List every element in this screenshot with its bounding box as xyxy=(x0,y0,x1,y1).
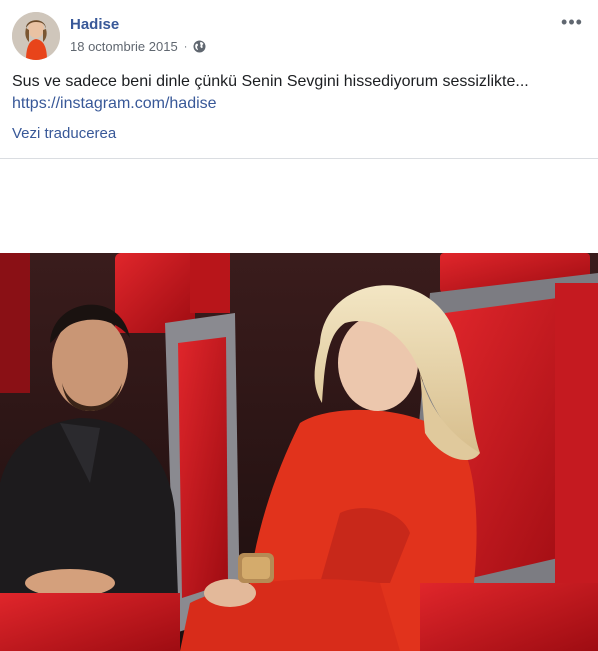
post-text-block: Sus ve sadece beni dinle çünkü Senin Sev… xyxy=(12,71,586,115)
divider xyxy=(0,158,598,159)
post-header: Hadise 18 octombrie 2015 · ••• xyxy=(12,12,586,64)
avatar[interactable] xyxy=(12,12,60,60)
post-meta: 18 octombrie 2015 · xyxy=(70,39,206,54)
author-name-link[interactable]: Hadise xyxy=(70,16,119,33)
more-options-icon[interactable]: ••• xyxy=(560,13,584,32)
post-message: Sus ve sadece beni dinle çünkü Senin Sev… xyxy=(12,73,529,90)
instagram-link[interactable]: https://instagram.com/hadise xyxy=(12,93,217,115)
meta-separator: · xyxy=(183,40,188,53)
post-photo-image xyxy=(0,253,598,651)
post-date[interactable]: 18 octombrie 2015 xyxy=(70,39,178,54)
globe-icon[interactable] xyxy=(193,40,206,53)
post-photo[interactable] xyxy=(0,253,598,651)
see-translation-link[interactable]: Vezi traducerea xyxy=(12,125,116,142)
avatar-image xyxy=(12,12,60,60)
